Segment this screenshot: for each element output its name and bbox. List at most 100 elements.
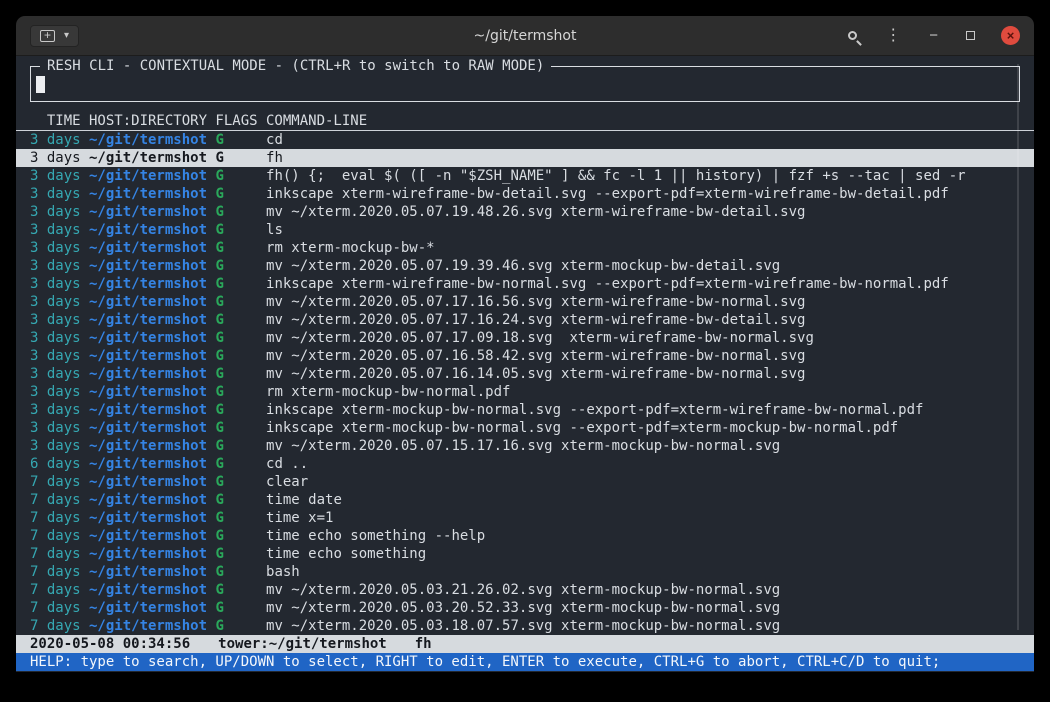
row-flags: G: [207, 420, 258, 436]
history-row[interactable]: 3 days ~/git/termshot G mv ~/xterm.2020.…: [16, 329, 1034, 347]
minimize-icon: −: [929, 28, 938, 43]
row-host: ~/git/termshot: [81, 312, 207, 328]
row-time: 3 days: [30, 420, 81, 436]
terminal-window: ▾ ~/git/termshot ⋮ − × RESH CLI - CONTEX…: [16, 16, 1034, 672]
row-host: ~/git/termshot: [81, 600, 207, 616]
history-row[interactable]: 7 days ~/git/termshot G mv ~/xterm.2020.…: [16, 581, 1034, 599]
row-flags: G: [207, 150, 258, 166]
row-host: ~/git/termshot: [81, 618, 207, 634]
history-row[interactable]: 3 days ~/git/termshot G rm xterm-mockup-…: [16, 239, 1034, 257]
history-row[interactable]: 7 days ~/git/termshot G bash: [16, 563, 1034, 581]
titlebar: ▾ ~/git/termshot ⋮ − ×: [16, 16, 1034, 56]
history-row[interactable]: 3 days ~/git/termshot G inkscape xterm-m…: [16, 419, 1034, 437]
row-host: ~/git/termshot: [81, 132, 207, 148]
history-row[interactable]: 3 days ~/git/termshot G inkscape xterm-m…: [16, 401, 1034, 419]
help-bar: HELP: type to search, UP/DOWN to select,…: [16, 653, 1034, 671]
row-command: time echo something --help: [258, 528, 486, 544]
row-flags: G: [207, 384, 258, 400]
history-row[interactable]: 6 days ~/git/termshot G cd ..: [16, 455, 1034, 473]
row-command: inkscape xterm-mockup-bw-normal.svg --ex…: [258, 402, 924, 418]
row-flags: G: [207, 258, 258, 274]
row-time: 3 days: [30, 168, 81, 184]
row-host: ~/git/termshot: [81, 582, 207, 598]
history-row[interactable]: 3 days ~/git/termshot G ls: [16, 221, 1034, 239]
row-time: 7 days: [30, 582, 81, 598]
history-row[interactable]: 3 days ~/git/termshot G fh: [16, 149, 1034, 167]
row-host: ~/git/termshot: [81, 330, 207, 346]
history-row[interactable]: 3 days ~/git/termshot G inkscape xterm-w…: [16, 275, 1034, 293]
close-button[interactable]: ×: [1001, 26, 1020, 45]
row-flags: G: [207, 330, 258, 346]
history-row[interactable]: 3 days ~/git/termshot G mv ~/xterm.2020.…: [16, 293, 1034, 311]
row-time: 3 days: [30, 438, 81, 454]
history-row[interactable]: 3 days ~/git/termshot G mv ~/xterm.2020.…: [16, 365, 1034, 383]
row-host: ~/git/termshot: [81, 150, 207, 166]
history-row[interactable]: 3 days ~/git/termshot G mv ~/xterm.2020.…: [16, 437, 1034, 455]
row-time: 3 days: [30, 258, 81, 274]
text-cursor: [36, 76, 45, 93]
history-row[interactable]: 7 days ~/git/termshot G time date: [16, 491, 1034, 509]
row-host: ~/git/termshot: [81, 258, 207, 274]
row-flags: G: [207, 600, 258, 616]
row-time: 3 days: [30, 402, 81, 418]
history-row[interactable]: 7 days ~/git/termshot G time x=1: [16, 509, 1034, 527]
history-row[interactable]: 7 days ~/git/termshot G clear: [16, 473, 1034, 491]
row-command: mv ~/xterm.2020.05.03.21.26.02.svg xterm…: [258, 582, 781, 598]
row-command: rm xterm-mockup-bw-*: [258, 240, 435, 256]
minimize-button[interactable]: −: [927, 26, 940, 45]
search-button[interactable]: [846, 29, 859, 42]
row-time: 3 days: [30, 330, 81, 346]
row-flags: G: [207, 222, 258, 238]
window-title: ~/git/termshot: [474, 28, 577, 44]
history-row[interactable]: 3 days ~/git/termshot G cd: [16, 131, 1034, 149]
new-tab-button[interactable]: ▾: [30, 25, 79, 47]
row-host: ~/git/termshot: [81, 420, 207, 436]
menu-button[interactable]: ⋮: [883, 26, 903, 46]
history-row[interactable]: 7 days ~/git/termshot G time echo someth…: [16, 527, 1034, 545]
column-headers: TIME HOST:DIRECTORY FLAGS COMMAND-LINE: [16, 112, 1034, 131]
row-time: 7 days: [30, 510, 81, 526]
row-time: 7 days: [30, 528, 81, 544]
row-time: 3 days: [30, 348, 81, 364]
row-flags: G: [207, 366, 258, 382]
history-row[interactable]: 3 days ~/git/termshot G mv ~/xterm.2020.…: [16, 347, 1034, 365]
row-flags: G: [207, 204, 258, 220]
row-host: ~/git/termshot: [81, 438, 207, 454]
close-icon: ×: [1007, 29, 1015, 42]
new-terminal-icon: [40, 30, 55, 42]
row-command: mv ~/xterm.2020.05.03.20.52.33.svg xterm…: [258, 600, 781, 616]
row-command: mv ~/xterm.2020.05.07.17.09.18.svg xterm…: [258, 330, 814, 346]
row-flags: G: [207, 510, 258, 526]
row-host: ~/git/termshot: [81, 222, 207, 238]
row-host: ~/git/termshot: [81, 348, 207, 364]
row-host: ~/git/termshot: [81, 402, 207, 418]
restore-icon: [966, 31, 975, 40]
row-flags: G: [207, 312, 258, 328]
row-host: ~/git/termshot: [81, 510, 207, 526]
terminal-content: RESH CLI - CONTEXTUAL MODE - (CTRL+R to …: [16, 56, 1034, 672]
scrollbar[interactable]: [1017, 64, 1019, 630]
history-row[interactable]: 3 days ~/git/termshot G rm xterm-mockup-…: [16, 383, 1034, 401]
row-flags: G: [207, 546, 258, 562]
row-flags: G: [207, 492, 258, 508]
row-flags: G: [207, 564, 258, 580]
history-row[interactable]: 7 days ~/git/termshot G time echo someth…: [16, 545, 1034, 563]
search-input[interactable]: RESH CLI - CONTEXTUAL MODE - (CTRL+R to …: [30, 66, 1020, 102]
row-host: ~/git/termshot: [81, 240, 207, 256]
row-host: ~/git/termshot: [81, 186, 207, 202]
row-command: clear: [258, 474, 309, 490]
restore-button[interactable]: [964, 29, 977, 42]
row-time: 3 days: [30, 132, 81, 148]
history-row[interactable]: 3 days ~/git/termshot G mv ~/xterm.2020.…: [16, 203, 1034, 221]
row-time: 3 days: [30, 240, 81, 256]
history-row[interactable]: 7 days ~/git/termshot G mv ~/xterm.2020.…: [16, 599, 1034, 617]
row-host: ~/git/termshot: [81, 546, 207, 562]
history-row[interactable]: 3 days ~/git/termshot G fh() {; eval $( …: [16, 167, 1034, 185]
history-row[interactable]: 3 days ~/git/termshot G mv ~/xterm.2020.…: [16, 311, 1034, 329]
history-row[interactable]: 7 days ~/git/termshot G mv ~/xterm.2020.…: [16, 617, 1034, 635]
history-row[interactable]: 3 days ~/git/termshot G mv ~/xterm.2020.…: [16, 257, 1034, 275]
kebab-menu-icon: ⋮: [885, 28, 901, 44]
status-command: fh: [415, 636, 432, 652]
row-flags: G: [207, 474, 258, 490]
history-row[interactable]: 3 days ~/git/termshot G inkscape xterm-w…: [16, 185, 1034, 203]
